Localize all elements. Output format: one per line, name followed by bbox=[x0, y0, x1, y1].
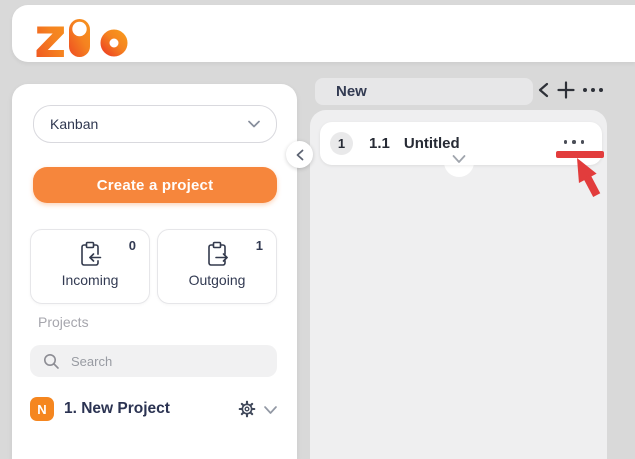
view-mode-value: Kanban bbox=[50, 116, 98, 132]
column-menu-icon[interactable] bbox=[581, 82, 605, 98]
incoming-counter-card[interactable]: 0 Incoming bbox=[30, 229, 150, 304]
create-project-button[interactable]: Create a project bbox=[33, 167, 277, 203]
chevron-down-icon bbox=[247, 117, 261, 131]
incoming-count: 0 bbox=[129, 238, 136, 253]
project-search bbox=[30, 345, 277, 377]
gear-icon[interactable] bbox=[238, 400, 256, 418]
task-index-badge: 1 bbox=[330, 132, 353, 155]
projects-section-label: Projects bbox=[38, 314, 89, 330]
column-title-field[interactable]: New bbox=[315, 78, 533, 105]
column-back-icon[interactable] bbox=[537, 82, 550, 98]
task-menu-icon[interactable] bbox=[564, 140, 585, 144]
clipboard-arrow-out-icon bbox=[204, 241, 230, 269]
zio-logo-icon[interactable]: z bbox=[32, 13, 142, 61]
logo-i-dot bbox=[72, 22, 86, 36]
project-list-item[interactable]: N 1. New Project bbox=[30, 396, 280, 422]
logo-letter-z: z bbox=[34, 13, 67, 61]
task-code: 1.1 bbox=[369, 135, 390, 152]
search-input[interactable] bbox=[69, 353, 253, 370]
incoming-label: Incoming bbox=[62, 272, 119, 288]
column-add-icon[interactable] bbox=[557, 81, 575, 99]
search-icon bbox=[43, 353, 60, 370]
app-window: z Kanban Create a project 0 Incoming bbox=[0, 0, 635, 459]
logo-letter-o bbox=[105, 34, 123, 52]
project-initial-badge: N bbox=[30, 397, 54, 421]
outgoing-label: Outgoing bbox=[189, 272, 246, 288]
card-expand-chevron-icon[interactable] bbox=[451, 153, 467, 166]
outgoing-count: 1 bbox=[256, 238, 263, 253]
sidebar: Kanban Create a project 0 Incoming 1 bbox=[12, 84, 297, 459]
clipboard-arrow-in-icon bbox=[77, 241, 103, 269]
project-name: 1. New Project bbox=[64, 400, 170, 418]
task-title: Untitled bbox=[404, 135, 460, 152]
outgoing-counter-card[interactable]: 1 Outgoing bbox=[157, 229, 277, 304]
sidebar-collapse-button[interactable] bbox=[286, 141, 313, 168]
chevron-left-icon bbox=[295, 149, 305, 161]
view-mode-select[interactable]: Kanban bbox=[33, 105, 277, 143]
top-header: z bbox=[12, 5, 635, 62]
project-expand-chevron-icon[interactable] bbox=[263, 404, 278, 416]
column-title: New bbox=[336, 83, 367, 100]
annotation-underline bbox=[556, 151, 604, 158]
